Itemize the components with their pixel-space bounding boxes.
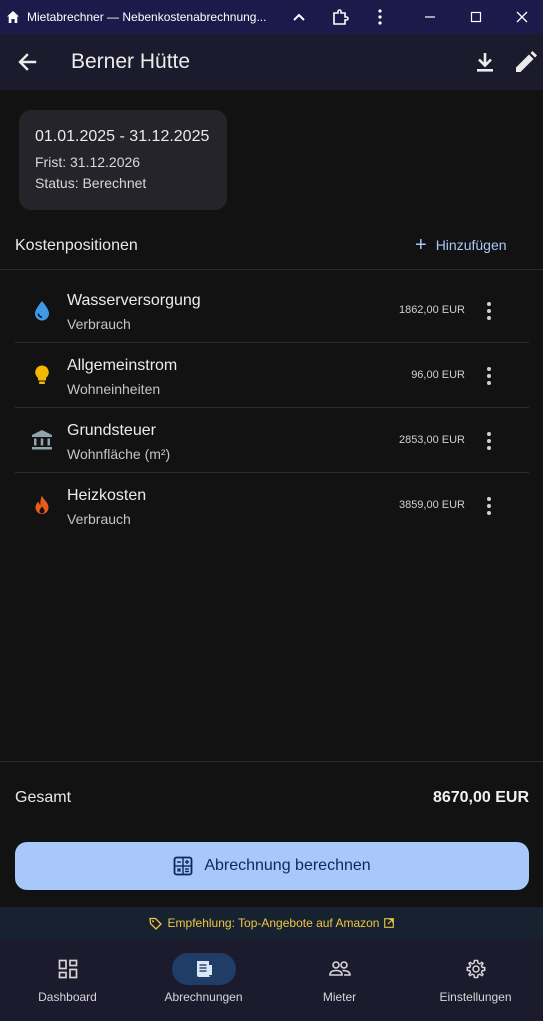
maximize-icon — [470, 11, 482, 23]
app-bar: Berner Hütte — [0, 34, 543, 90]
edit-pencil-icon[interactable] — [512, 48, 538, 76]
calculate-label: Abrechnung berechnen — [204, 857, 371, 874]
section-title: Kostenpositionen — [15, 237, 138, 254]
item-name: Grundsteuer — [67, 422, 156, 439]
dashboard-icon — [58, 959, 77, 979]
external-link-icon — [384, 918, 395, 928]
nav-statements[interactable]: Abrechnungen — [136, 939, 271, 1021]
back-arrow-icon[interactable] — [14, 48, 42, 76]
menu-button[interactable] — [360, 0, 400, 34]
more-vertical-icon[interactable] — [483, 495, 495, 517]
total-label: Gesamt — [15, 789, 72, 806]
close-button[interactable] — [502, 0, 542, 34]
nav-label: Abrechnungen — [164, 990, 243, 1004]
add-cost-item-button[interactable]: + Hinzufügen — [415, 234, 507, 256]
list-item[interactable]: Wasserversorgung Verbrauch 1862,00 EUR — [15, 278, 529, 343]
page-title: Berner Hütte — [71, 50, 191, 73]
more-vertical-icon[interactable] — [483, 300, 495, 322]
status-text: Status: Berechnet — [35, 175, 147, 191]
close-icon — [516, 11, 528, 23]
item-distribution-key: Wohnfläche (m²) — [67, 446, 171, 462]
download-icon[interactable] — [472, 48, 498, 76]
item-distribution-key: Verbrauch — [67, 316, 131, 332]
bank-icon — [32, 430, 52, 450]
total-divider — [0, 761, 543, 762]
extensions-button[interactable] — [320, 0, 360, 34]
list-item[interactable]: Allgemeinstrom Wohneinheiten 96,00 EUR — [15, 343, 529, 408]
nav-indicator-active — [171, 953, 236, 985]
more-vertical-icon — [378, 9, 382, 25]
period-range: 01.01.2025 - 31.12.2025 — [35, 128, 210, 145]
cost-item-list: Wasserversorgung Verbrauch 1862,00 EUR A… — [15, 278, 529, 538]
water-drop-icon — [35, 301, 49, 321]
fire-icon — [35, 495, 49, 514]
nav-label: Mieter — [322, 990, 357, 1004]
item-name: Heizkosten — [67, 487, 147, 504]
nav-settings[interactable]: Einstellungen — [408, 939, 543, 1021]
people-icon — [328, 961, 351, 976]
tag-icon — [148, 917, 162, 930]
nav-label: Dashboard — [38, 990, 97, 1004]
period-info-card: 01.01.2025 - 31.12.2025 Frist: 31.12.202… — [19, 110, 227, 210]
minimize-icon — [425, 16, 435, 18]
nav-indicator — [36, 953, 100, 985]
deadline-text: Frist: 31.12.2026 — [35, 154, 141, 170]
nav-indicator — [308, 953, 372, 985]
more-vertical-icon[interactable] — [483, 430, 495, 452]
nav-label: Einstellungen — [439, 990, 512, 1004]
window-title: Mietabrechner — Nebenkostenabrechnung... — [27, 10, 267, 24]
cost-items-header: Kostenpositionen + Hinzufügen — [0, 230, 543, 270]
bottom-navigation: Dashboard Abrechnungen Mieter Einstellun… — [0, 939, 543, 1021]
calculator-icon — [173, 856, 193, 876]
item-amount: 3859,00 EUR — [398, 499, 465, 511]
item-name: Allgemeinstrom — [67, 357, 178, 374]
nav-dashboard[interactable]: Dashboard — [0, 939, 135, 1021]
puzzle-icon — [333, 9, 349, 25]
more-vertical-icon[interactable] — [483, 365, 495, 387]
add-label: Hinzufügen — [435, 237, 507, 253]
item-distribution-key: Verbrauch — [67, 511, 131, 527]
window-titlebar: Mietabrechner — Nebenkostenabrechnung... — [0, 0, 543, 34]
item-amount: 2853,00 EUR — [398, 434, 465, 446]
plus-icon: + — [415, 234, 427, 256]
gear-icon — [466, 959, 485, 979]
chevron-up-icon — [293, 13, 305, 21]
collapse-button[interactable] — [279, 0, 319, 34]
item-name: Wasserversorgung — [67, 292, 201, 309]
item-amount: 96,00 EUR — [411, 369, 465, 381]
list-item[interactable]: Grundsteuer Wohnfläche (m²) 2853,00 EUR — [15, 408, 529, 473]
calculate-statement-button[interactable]: Abrechnung berechnen — [15, 842, 529, 890]
maximize-button[interactable] — [456, 0, 496, 34]
lightbulb-icon — [35, 365, 49, 384]
total-value: 8670,00 EUR — [432, 789, 529, 806]
promo-banner[interactable]: Empfehlung: Top-Angebote auf Amazon — [0, 907, 543, 939]
nav-indicator — [444, 953, 508, 985]
minimize-button[interactable] — [410, 0, 450, 34]
receipt-icon — [196, 961, 212, 977]
promo-text: Empfehlung: Top-Angebote auf Amazon — [167, 916, 380, 930]
item-distribution-key: Wohneinheiten — [67, 381, 161, 397]
nav-tenants[interactable]: Mieter — [272, 939, 407, 1021]
home-app-icon — [7, 11, 19, 23]
item-amount: 1862,00 EUR — [398, 304, 465, 316]
list-item[interactable]: Heizkosten Verbrauch 3859,00 EUR — [15, 473, 529, 538]
